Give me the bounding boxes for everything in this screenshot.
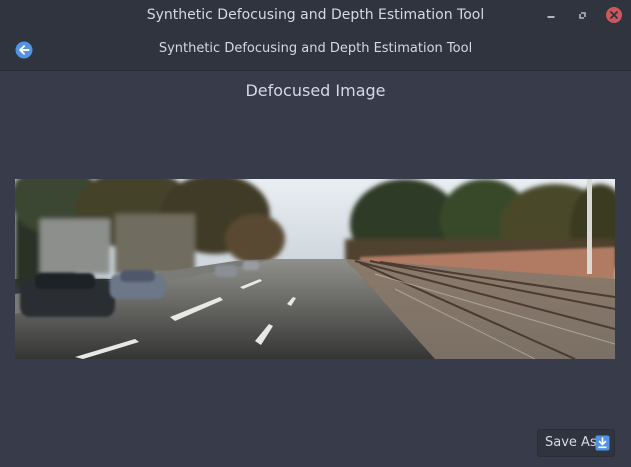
- defocused-image: [15, 179, 615, 359]
- defocused-image-graphic: [15, 179, 615, 359]
- save-as-button[interactable]: Save As: [537, 429, 615, 457]
- download-icon: [595, 435, 610, 451]
- maximize-icon[interactable]: [573, 5, 593, 25]
- window-titlebar[interactable]: Synthetic Defocusing and Depth Estimatio…: [0, 0, 631, 30]
- window-title: Synthetic Defocusing and Depth Estimatio…: [146, 7, 485, 23]
- save-as-label: Save As: [545, 435, 597, 450]
- header-bar: Synthetic Defocusing and Depth Estimatio…: [0, 30, 631, 71]
- app-window: Synthetic Defocusing and Depth Estimatio…: [0, 0, 631, 467]
- header-subtitle: Synthetic Defocusing and Depth Estimatio…: [158, 41, 473, 56]
- close-icon[interactable]: [604, 5, 624, 25]
- minimize-icon[interactable]: [541, 5, 561, 25]
- section-title: Defocused Image: [245, 81, 386, 100]
